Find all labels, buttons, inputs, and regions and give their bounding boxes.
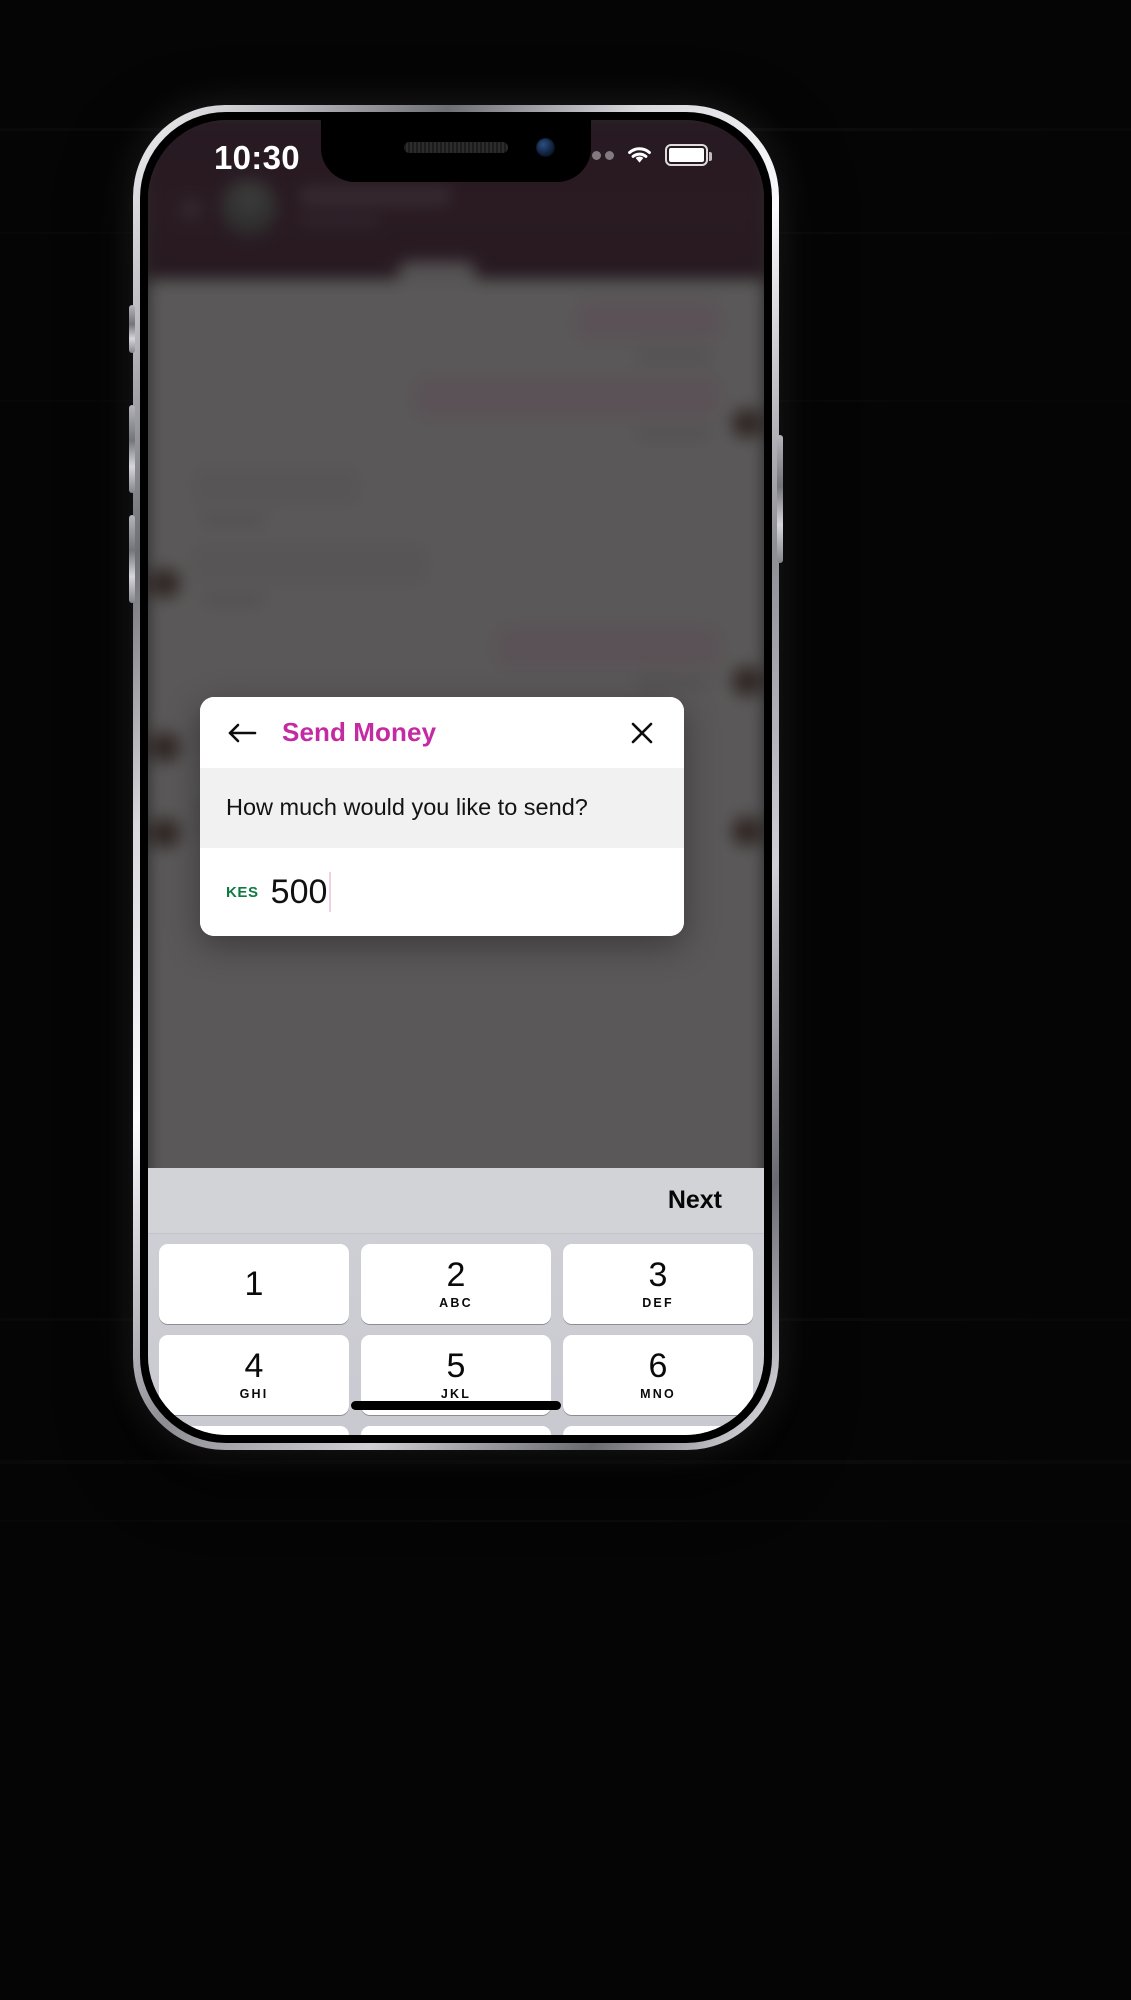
currency-code-label: KES xyxy=(226,883,259,901)
keyboard-toolbar: Next xyxy=(148,1168,764,1234)
volume-down-button[interactable] xyxy=(129,515,135,603)
numeric-keyboard: Next 1 2 ABC 3 DEF 4 GHI 5 JKL 6 MNO xyxy=(148,1168,764,1435)
key-2[interactable]: 2 ABC xyxy=(361,1244,551,1324)
key-number: 5 xyxy=(446,1347,466,1385)
earpiece-speaker xyxy=(404,142,508,153)
key-9[interactable]: 9 WXYZ xyxy=(563,1426,753,1435)
send-money-modal: Send Money How much would you like to se… xyxy=(200,697,684,936)
battery-full-icon xyxy=(665,144,712,166)
phone-bezel: 10:30 Send Money How much would you like… xyxy=(140,112,772,1443)
amount-input-row[interactable]: KES 500 xyxy=(200,848,684,936)
key-number: 1 xyxy=(244,1265,264,1303)
phone-screen: 10:30 Send Money How much would you like… xyxy=(148,120,764,1435)
home-indicator[interactable] xyxy=(351,1401,561,1410)
key-letters: ABC xyxy=(439,1296,473,1310)
volume-up-button[interactable] xyxy=(129,405,135,493)
key-number: 4 xyxy=(244,1347,264,1385)
key-8[interactable]: 8 TUV xyxy=(361,1426,551,1435)
front-camera-icon xyxy=(536,138,555,157)
background-streak xyxy=(0,1460,1131,1464)
key-letters: DEF xyxy=(642,1296,674,1310)
modal-title: Send Money xyxy=(282,717,437,747)
amount-prompt-label: How much would you like to send? xyxy=(200,768,684,848)
key-number: 6 xyxy=(648,1347,668,1385)
power-button[interactable] xyxy=(777,435,783,563)
keypad-row: 1 2 ABC 3 DEF xyxy=(156,1244,756,1324)
key-number: 2 xyxy=(446,1256,466,1294)
screenshot-scene: 10:30 Send Money How much would you like… xyxy=(0,0,1131,2000)
wifi-icon xyxy=(628,147,651,163)
key-number: 3 xyxy=(648,1256,668,1294)
key-4[interactable]: 4 GHI xyxy=(159,1335,349,1415)
background-streak xyxy=(0,1520,1131,1522)
phone-device: 10:30 Send Money How much would you like… xyxy=(129,105,783,1450)
arrow-left-icon[interactable] xyxy=(226,716,260,750)
key-1[interactable]: 1 xyxy=(159,1244,349,1324)
modal-header: Send Money xyxy=(200,697,684,768)
status-clock: 10:30 xyxy=(214,139,300,176)
amount-input[interactable]: 500 xyxy=(271,873,328,912)
mute-switch[interactable] xyxy=(129,305,135,353)
key-letters: JKL xyxy=(440,1387,472,1401)
key-3[interactable]: 3 DEF xyxy=(563,1244,753,1324)
close-x-icon[interactable] xyxy=(626,717,658,749)
next-button[interactable]: Next xyxy=(668,1186,722,1215)
key-6[interactable]: 6 MNO xyxy=(563,1335,753,1415)
key-7[interactable]: 7 PQRS xyxy=(159,1426,349,1435)
key-letters: MNO xyxy=(640,1387,676,1401)
text-caret xyxy=(329,872,332,912)
keypad-row: 7 PQRS 8 TUV 9 WXYZ xyxy=(156,1426,756,1435)
key-letters: GHI xyxy=(239,1387,269,1401)
device-notch xyxy=(321,120,591,182)
